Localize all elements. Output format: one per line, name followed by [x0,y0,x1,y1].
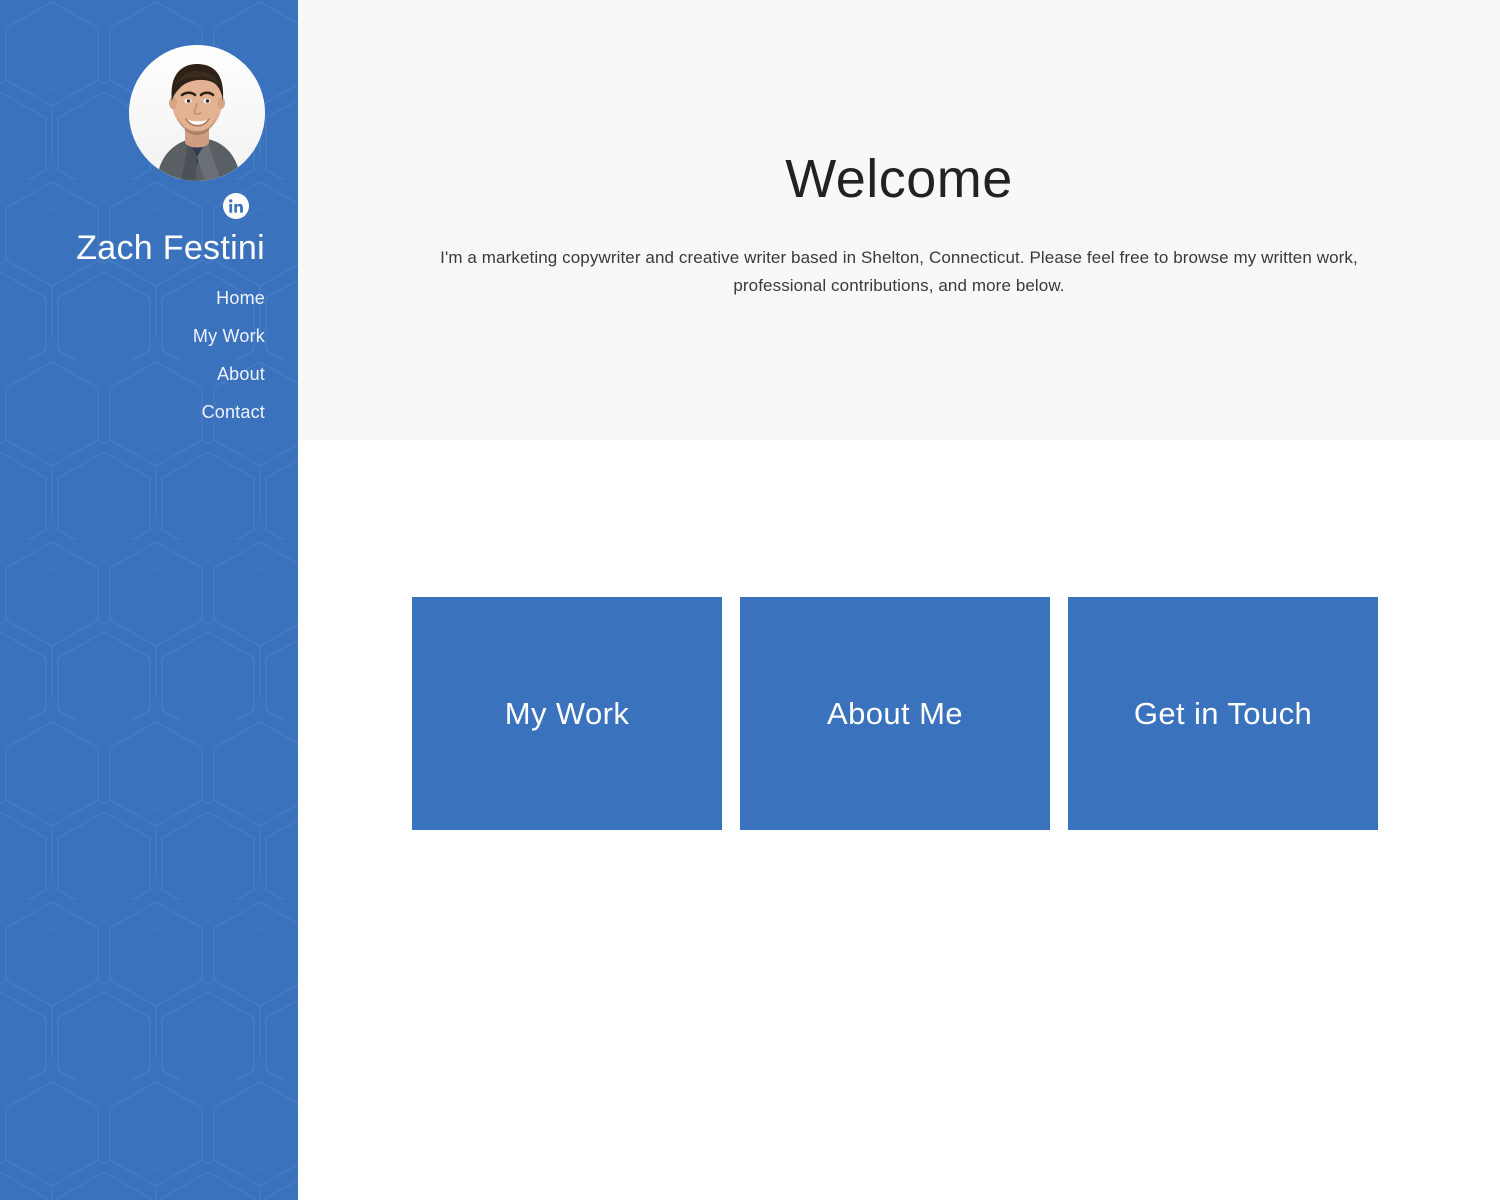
sidebar-content: Zach Festini Home My Work About Contact [0,0,298,431]
main-content: Welcome I'm a marketing copywriter and c… [298,0,1500,1200]
card-about-me-label: About Me [827,695,963,732]
card-about-me[interactable]: About Me [740,597,1050,830]
sidebar-item-my-work[interactable]: My Work [193,317,265,355]
brand-name: Zach Festini [0,229,265,267]
social-links [0,193,265,219]
card-get-in-touch[interactable]: Get in Touch [1068,597,1378,830]
page-title: Welcome [399,148,1399,210]
linkedin-link[interactable] [223,193,249,219]
sidebar-nav: Home My Work About Contact [0,279,265,431]
card-grid: My Work About Me Get in Touch [412,597,1378,830]
linkedin-icon [228,198,244,214]
hero-inner: Welcome I'm a marketing copywriter and c… [399,148,1399,299]
card-get-in-touch-label: Get in Touch [1134,695,1312,732]
sidebar: Zach Festini Home My Work About Contact [0,0,298,1200]
page-root: Zach Festini Home My Work About Contact … [0,0,1500,1200]
sidebar-item-contact[interactable]: Contact [202,393,265,431]
card-my-work[interactable]: My Work [412,597,722,830]
hero-section: Welcome I'm a marketing copywriter and c… [298,0,1500,440]
avatar [129,45,265,181]
sidebar-item-home[interactable]: Home [216,279,265,317]
cards-section: My Work About Me Get in Touch [298,440,1500,1200]
hero-subtitle: I'm a marketing copywriter and creative … [416,244,1382,299]
sidebar-item-about[interactable]: About [217,355,265,393]
card-my-work-label: My Work [505,695,630,732]
